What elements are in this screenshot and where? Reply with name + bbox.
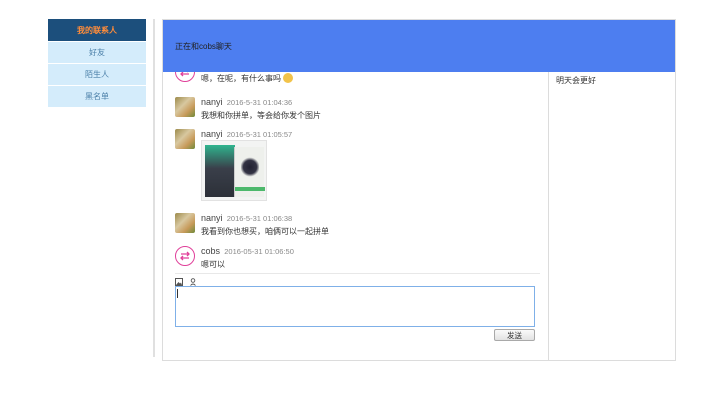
sender-name: nanyi xyxy=(201,97,223,107)
message-time: 2016-5-31 01:05:57 xyxy=(226,130,293,139)
message-meta: cobs 2016-05-31 01:06:50 xyxy=(201,246,294,256)
nav-item-friends[interactable]: 好友 xyxy=(48,42,146,63)
message-time: 2016-05-31 01:06:50 xyxy=(224,247,294,256)
composer-toolbar xyxy=(175,278,197,286)
side-panel-notice: 明天会更好 xyxy=(556,76,596,85)
message-time: 2016-5-31 01:04:36 xyxy=(226,98,293,107)
nav-header-my-contacts[interactable]: 我的联系人 xyxy=(48,19,146,41)
book-cover-image xyxy=(205,145,235,197)
message-meta: nanyi 2016-5-31 01:04:36 xyxy=(201,97,292,107)
message-meta: nanyi 2016-5-31 01:05:57 xyxy=(201,129,292,139)
sender-name: nanyi xyxy=(201,129,223,139)
message-list[interactable]: 嗯，在呢，有什么事吗 nanyi 2016-5-31 01:04:36 我想和你… xyxy=(163,64,548,274)
composer-divider xyxy=(175,273,540,274)
sender-name: nanyi xyxy=(201,213,223,223)
message-text: 嗯可以 xyxy=(201,260,225,269)
nav-divider xyxy=(153,19,155,357)
sender-name: cobs xyxy=(201,246,221,256)
chat-header: 正在和cobs聊天 xyxy=(163,20,675,72)
chat-title: 正在和cobs聊天 xyxy=(175,41,232,51)
chat-window: 嗯，在呢，有什么事吗 nanyi 2016-5-31 01:04:36 我想和你… xyxy=(162,19,676,361)
contact-nav: 我的联系人 好友 陌生人 黑名单 xyxy=(48,19,146,107)
message-meta: nanyi 2016-5-31 01:06:38 xyxy=(201,213,292,223)
message-image[interactable] xyxy=(201,140,267,201)
message-input[interactable] xyxy=(175,286,535,327)
image-upload-icon[interactable] xyxy=(175,278,183,286)
message-text: 嗯，在呢，有什么事吗 xyxy=(201,73,293,84)
nav-item-strangers[interactable]: 陌生人 xyxy=(48,64,146,85)
nav-item-blacklist[interactable]: 黑名单 xyxy=(48,86,146,107)
book-cover-image xyxy=(234,147,265,197)
message-time: 2016-5-31 01:06:38 xyxy=(226,214,293,223)
send-button[interactable]: 发送 xyxy=(494,329,535,341)
cobs-avatar-icon xyxy=(175,246,195,266)
text-caret xyxy=(177,289,178,298)
avatar xyxy=(175,97,195,117)
message-text: 我想和你拼单，等会给你发个图片 xyxy=(201,111,321,120)
emoji-icon[interactable] xyxy=(189,278,197,286)
avatar xyxy=(175,129,195,149)
side-panel-divider xyxy=(548,72,549,360)
message-text: 我看到你也想买，咱俩可以一起拼单 xyxy=(201,227,329,236)
smile-emoji-icon xyxy=(283,73,293,83)
avatar xyxy=(175,213,195,233)
